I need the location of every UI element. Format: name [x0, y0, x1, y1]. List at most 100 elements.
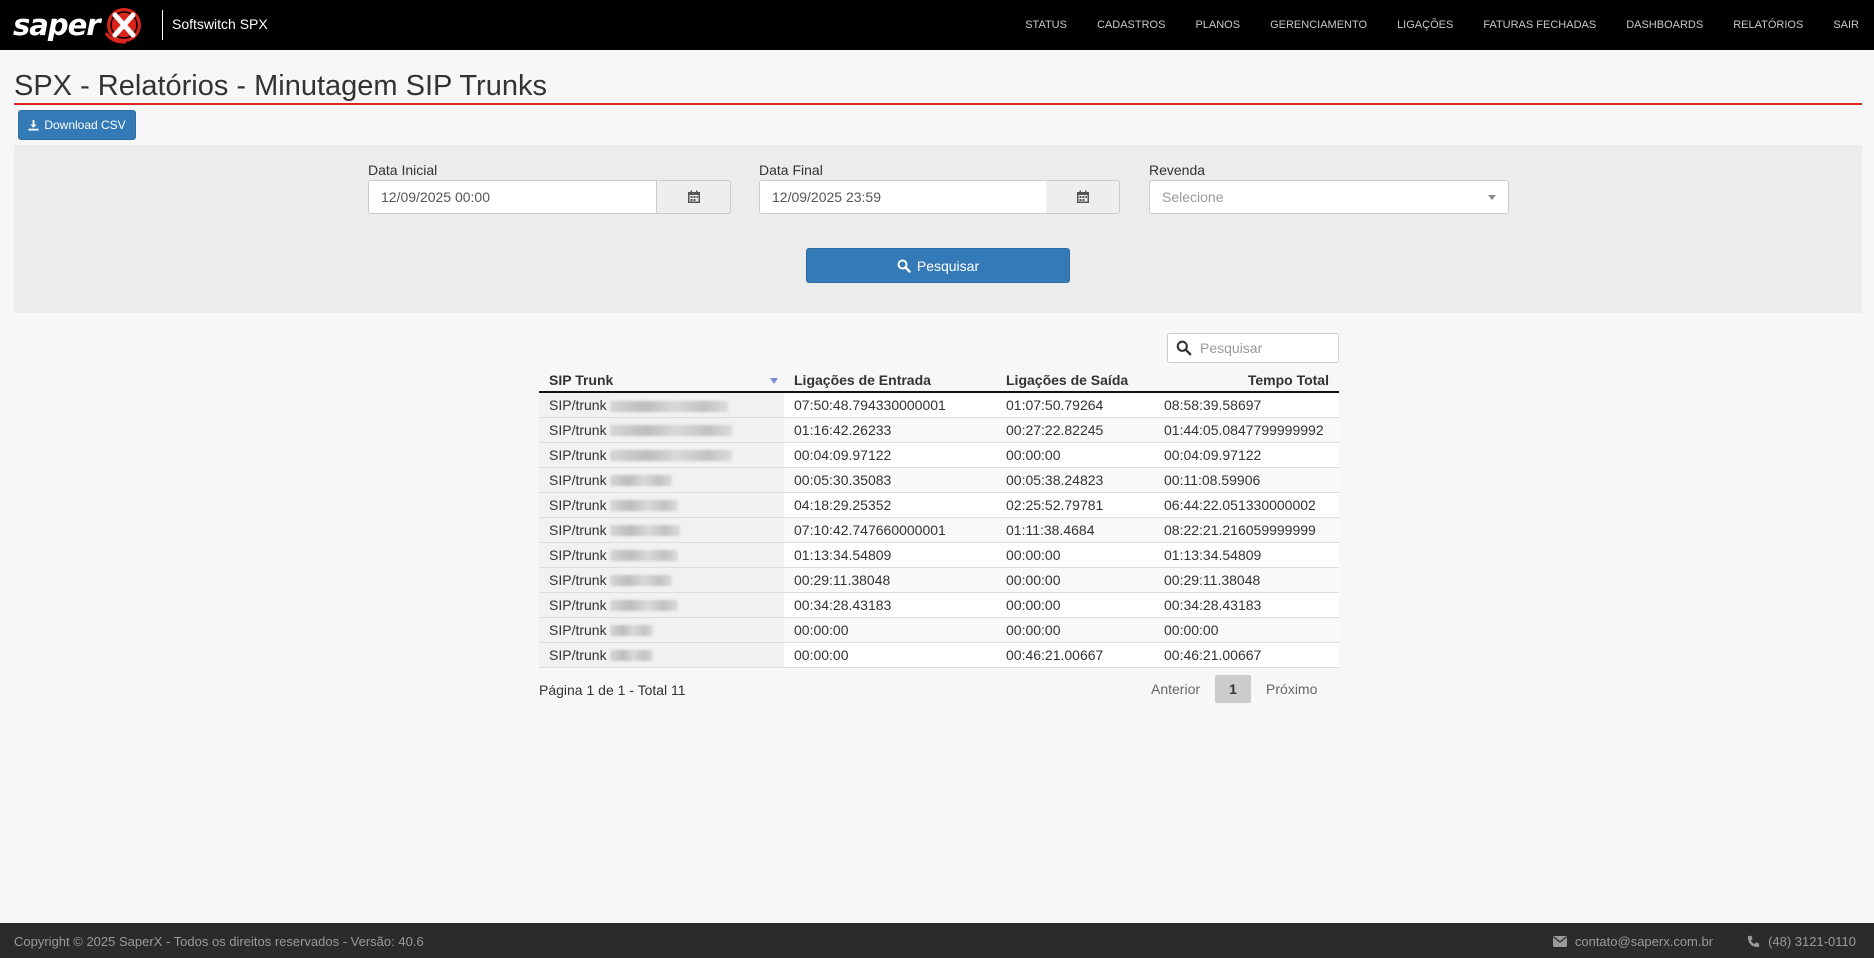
nav-item-cadastros[interactable]: CADASTROS [1082, 0, 1180, 50]
cell-outgoing: 00:00:00 [996, 567, 1154, 593]
cell-outgoing: 00:00:00 [996, 617, 1154, 643]
table-row: SIP/trunk 00:00:00 00:46:21.00667 00:46:21.… [539, 642, 1339, 668]
footer-email[interactable]: contato@saperx.com.br [1575, 934, 1713, 949]
start-date-label: Data Inicial [368, 162, 438, 178]
table-search-input[interactable]: Pesquisar [1167, 333, 1339, 363]
cell-outgoing: 02:25:52.79781 [996, 492, 1154, 518]
nav-item-dashboards[interactable]: DASHBOARDS [1611, 0, 1718, 50]
pagination-page-1[interactable]: 1 [1215, 675, 1252, 703]
table-row: SIP/trunk 04:18:29.25352 02:25:52.79781 06:… [539, 492, 1339, 518]
table-header-row: SIP Trunk Ligações de Entrada Ligações d… [539, 368, 1339, 393]
sip-trunk-minutes-table: SIP Trunk Ligações de Entrada Ligações d… [539, 368, 1339, 668]
title-divider [14, 103, 1862, 105]
pagination-info: Página 1 de 1 - Total 11 [539, 682, 686, 698]
sip-trunk-name: SIP/trunk [549, 396, 607, 413]
main-nav: STATUS CADASTROS PLANOS GERENCIAMENTO LI… [1010, 0, 1874, 50]
redacted-trunk-id [609, 525, 680, 537]
search-button[interactable]: Pesquisar [806, 248, 1070, 283]
cell-sip-trunk: SIP/trunk [539, 567, 784, 593]
cell-outgoing: 01:11:38.4684 [996, 517, 1154, 543]
table-row: SIP/trunk 07:10:42.747660000001 01:11:38.4… [539, 517, 1339, 543]
footer-copyright: Copyright © 2025 SaperX - Todos os direi… [14, 934, 424, 949]
reseller-select[interactable]: Selecione [1149, 180, 1509, 214]
cell-outgoing: 00:00:00 [996, 592, 1154, 618]
end-date-label: Data Final [759, 162, 823, 178]
download-csv-button[interactable]: Download CSV [18, 110, 136, 140]
cell-incoming: 01:16:42.26233 [784, 417, 996, 443]
search-icon [897, 259, 911, 273]
logo-text: saper [13, 8, 101, 42]
nav-item-relatorios[interactable]: RELATÓRIOS [1718, 0, 1818, 50]
phone-icon [1747, 935, 1760, 948]
pagination-previous[interactable]: Anterior [1136, 675, 1215, 703]
reseller-placeholder: Selecione [1162, 189, 1224, 205]
cell-incoming: 01:13:34.54809 [784, 542, 996, 568]
end-date-calendar-button[interactable] [1046, 180, 1120, 214]
cell-sip-trunk: SIP/trunk [539, 392, 784, 418]
table-row: SIP/trunk 07:50:48.794330000001 01:07:50.7… [539, 392, 1339, 418]
footer-contact: contato@saperx.com.br (48) 3121-0110 [1552, 934, 1856, 949]
cell-total-time: 00:34:28.43183 [1154, 592, 1339, 618]
cell-total-time: 00:04:09.97122 [1154, 442, 1339, 468]
nav-item-gerenciamento[interactable]: GERENCIAMENTO [1255, 0, 1382, 50]
start-date-input[interactable]: 12/09/2025 00:00 [368, 180, 657, 214]
cell-sip-trunk: SIP/trunk [539, 417, 784, 443]
cell-outgoing: 01:07:50.79264 [996, 392, 1154, 418]
saperx-logo[interactable]: saper [13, 5, 146, 45]
redacted-trunk-id [609, 575, 672, 587]
table-body: SIP/trunk 07:50:48.794330000001 01:07:50.7… [539, 392, 1339, 668]
cell-sip-trunk: SIP/trunk [539, 467, 784, 493]
cell-incoming: 00:00:00 [784, 642, 996, 668]
brand-name[interactable]: Softswitch SPX [172, 16, 268, 32]
download-csv-label: Download CSV [44, 118, 126, 132]
logo-x-icon [104, 8, 141, 44]
cell-outgoing: 00:00:00 [996, 442, 1154, 468]
table-row: SIP/trunk 00:29:11.38048 00:00:00 00:29:11.… [539, 567, 1339, 593]
cell-total-time: 00:11:08.59906 [1154, 467, 1339, 493]
table-row: SIP/trunk 00:34:28.43183 00:00:00 00:34:28.… [539, 592, 1339, 618]
sip-trunk-name: SIP/trunk [549, 596, 607, 613]
chevron-down-icon [1488, 195, 1496, 200]
pagination: Anterior 1 Próximo [1136, 675, 1332, 703]
table-row: SIP/trunk 00:04:09.97122 00:00:00 00:04:09.… [539, 442, 1339, 468]
sip-trunk-name: SIP/trunk [549, 646, 607, 663]
cell-sip-trunk: SIP/trunk [539, 542, 784, 568]
brand-divider [162, 10, 163, 40]
sip-trunk-name: SIP/trunk [549, 521, 607, 538]
cell-incoming: 00:05:30.35083 [784, 467, 996, 493]
nav-item-ligacoes[interactable]: LIGAÇÕES [1382, 0, 1468, 50]
column-header-total-time[interactable]: Tempo Total [1154, 368, 1339, 393]
end-date-input[interactable]: 12/09/2025 23:59 [759, 180, 1047, 214]
calendar-icon [687, 190, 700, 203]
cell-outgoing: 00:00:00 [996, 542, 1154, 568]
nav-item-sair[interactable]: SAIR [1818, 0, 1874, 50]
reseller-label: Revenda [1149, 162, 1206, 178]
start-date-calendar-button[interactable] [657, 180, 731, 214]
sip-trunk-name: SIP/trunk [549, 421, 607, 438]
cell-sip-trunk: SIP/trunk [539, 642, 784, 668]
page-title: SPX - Relatórios - Minutagem SIP Trunks [14, 70, 547, 102]
redacted-trunk-id [609, 650, 653, 662]
sip-trunk-name: SIP/trunk [549, 546, 607, 563]
table-row: SIP/trunk 01:13:34.54809 00:00:00 01:13:34.… [539, 542, 1339, 568]
footer: Copyright © 2025 SaperX - Todos os direi… [0, 923, 1874, 958]
cell-outgoing: 00:27:22.82245 [996, 417, 1154, 443]
nav-item-planos[interactable]: PLANOS [1180, 0, 1255, 50]
column-header-sip-trunk[interactable]: SIP Trunk [539, 368, 784, 393]
cell-total-time: 06:44:22.051330000002 [1154, 492, 1339, 518]
sip-trunk-name: SIP/trunk [549, 496, 607, 513]
cell-total-time: 00:00:00 [1154, 617, 1339, 643]
pagination-next[interactable]: Próximo [1251, 675, 1332, 703]
nav-item-faturas-fechadas[interactable]: FATURAS FECHADAS [1468, 0, 1611, 50]
table-row: SIP/trunk 00:05:30.35083 00:05:38.24823 00:… [539, 467, 1339, 493]
column-header-incoming[interactable]: Ligações de Entrada [784, 368, 996, 393]
cell-incoming: 07:50:48.794330000001 [784, 392, 996, 418]
column-header-outgoing[interactable]: Ligações de Saída [996, 368, 1154, 393]
search-icon [1176, 340, 1192, 356]
envelope-icon [1552, 936, 1567, 947]
redacted-trunk-id [609, 600, 678, 612]
cell-incoming: 00:00:00 [784, 617, 996, 643]
nav-item-status[interactable]: STATUS [1010, 0, 1082, 50]
redacted-trunk-id [609, 550, 678, 562]
cell-outgoing: 00:46:21.00667 [996, 642, 1154, 668]
